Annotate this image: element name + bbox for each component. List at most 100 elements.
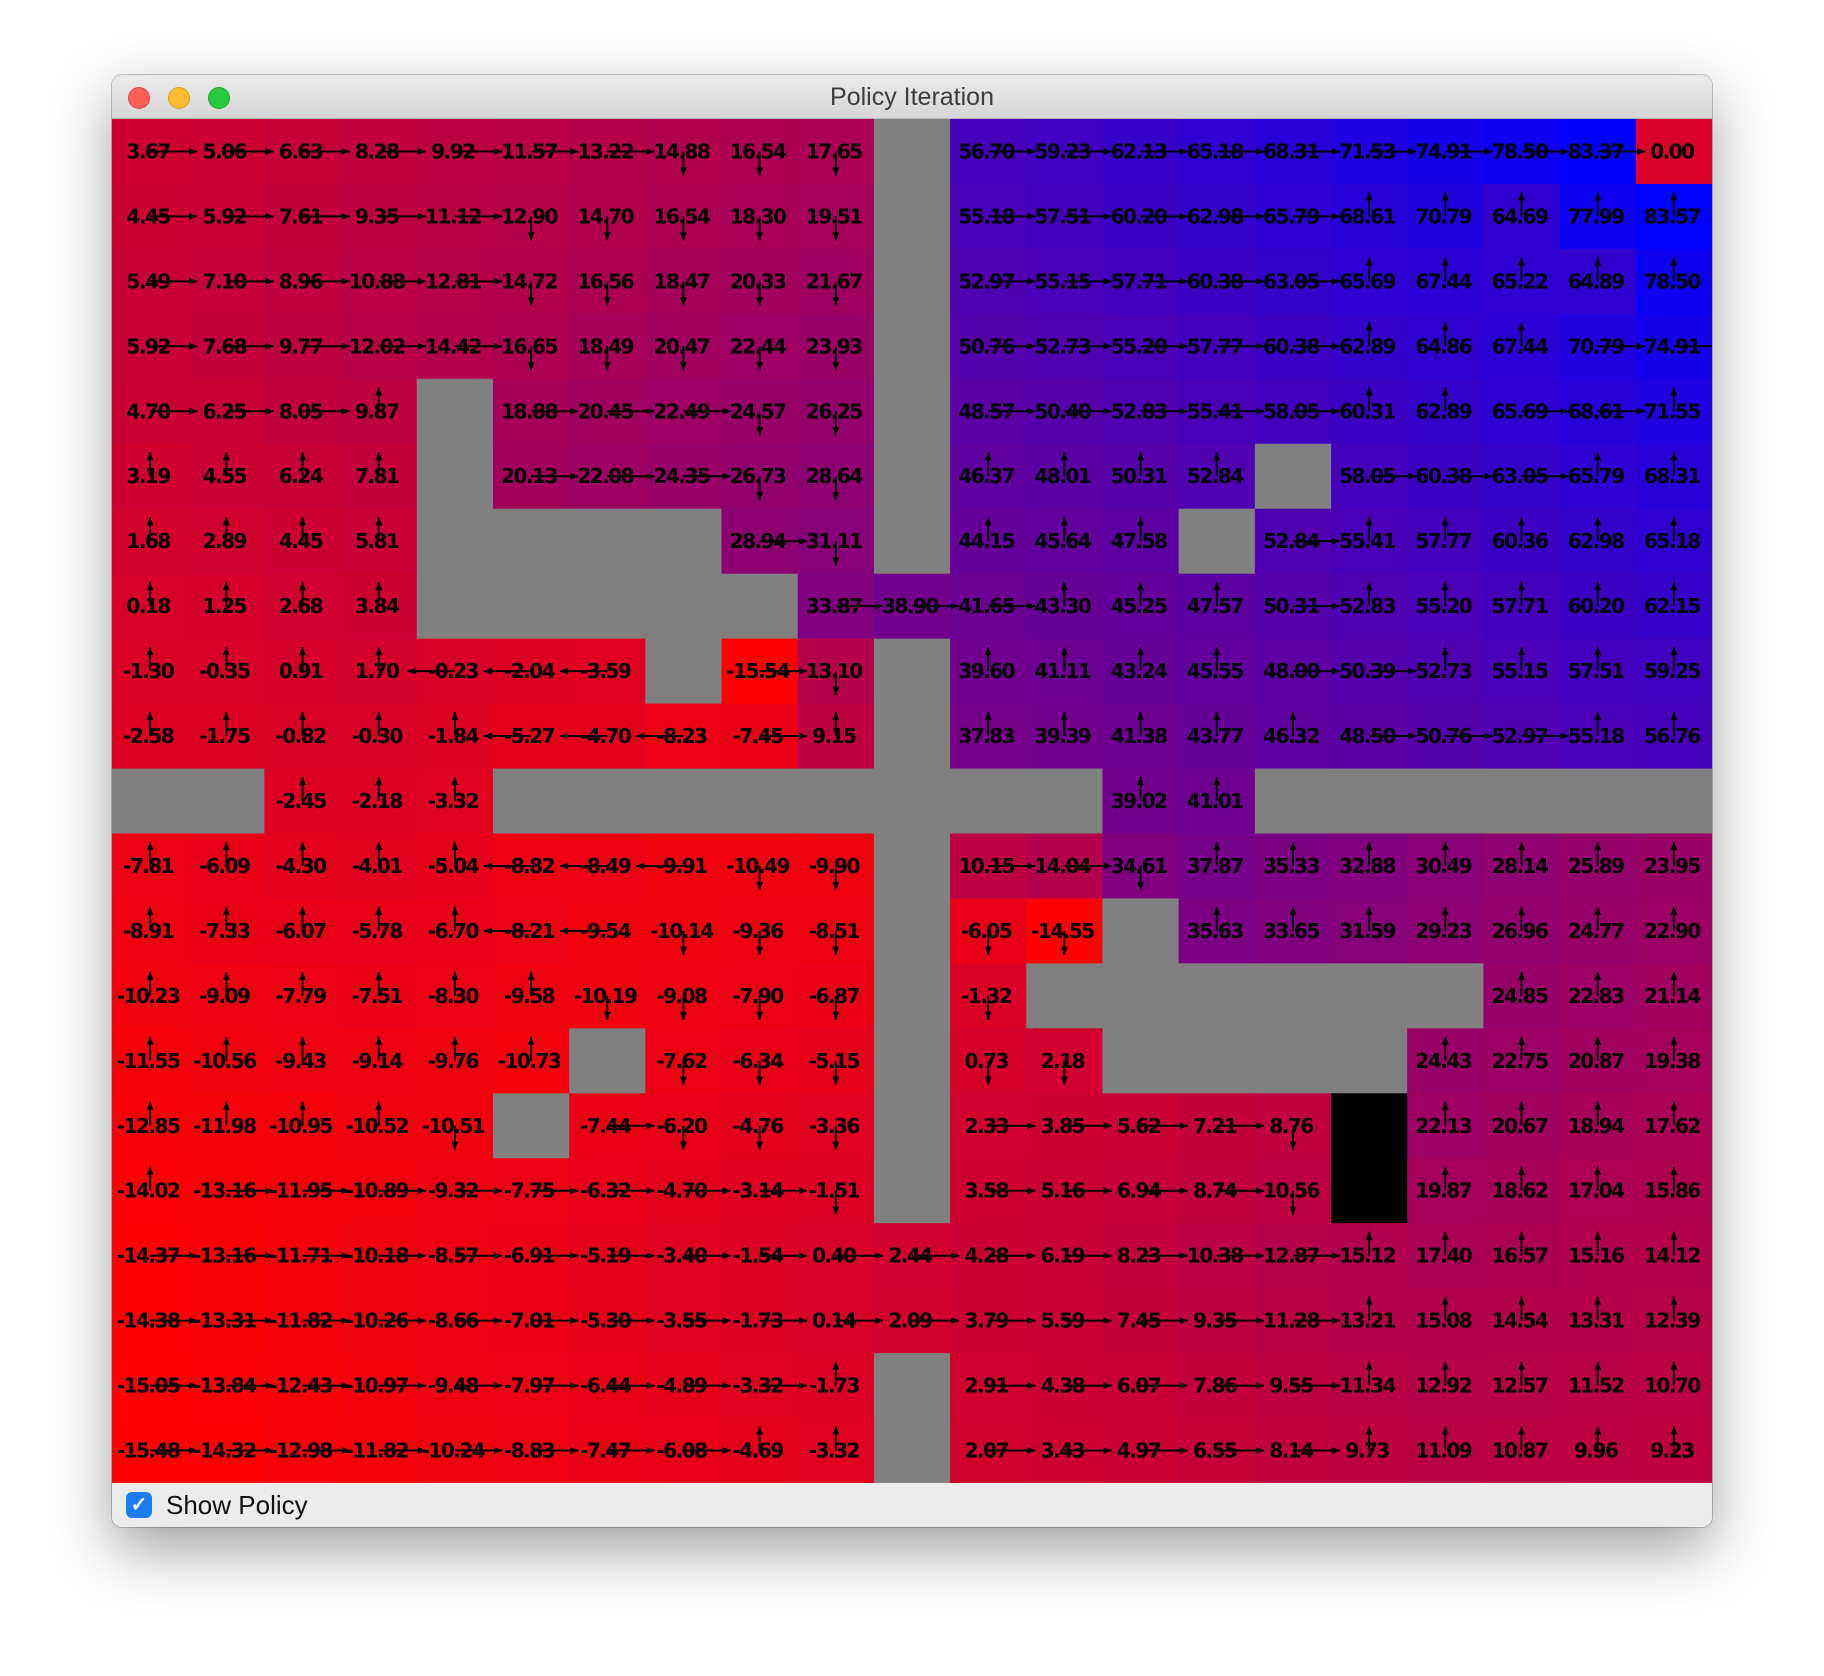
cell-value: 52.73 bbox=[1415, 659, 1471, 683]
wall-cell bbox=[645, 573, 723, 640]
cell-value: -11.98 bbox=[193, 1114, 256, 1138]
cell-value: -3.32 bbox=[428, 789, 479, 813]
cell-value: 55.41 bbox=[1339, 529, 1395, 553]
wall-cell bbox=[1407, 963, 1485, 1029]
cell-value: 31.11 bbox=[806, 529, 862, 553]
cell-value: 45.55 bbox=[1187, 659, 1243, 683]
cell-value: 55.15 bbox=[1492, 659, 1548, 683]
cell-value: 15.12 bbox=[1339, 1244, 1395, 1268]
cell-value: 48.01 bbox=[1035, 464, 1091, 488]
policy-iteration-window: Policy Iteration 3.67 5.06 6.63 8.28 9.92 11.… bbox=[112, 75, 1712, 1527]
cell-value: 5.81 bbox=[355, 529, 399, 553]
wall-cell bbox=[873, 119, 951, 185]
cell-value: 26.73 bbox=[730, 464, 786, 488]
cell-value: 77.99 bbox=[1568, 204, 1624, 228]
cell-value: -7.79 bbox=[275, 984, 326, 1008]
title-bar[interactable]: Policy Iteration bbox=[112, 75, 1712, 119]
cell-value: 2.68 bbox=[279, 594, 323, 618]
cell-value: -10.52 bbox=[345, 1114, 408, 1138]
wall-cell bbox=[1178, 508, 1256, 575]
cell-value: -11.55 bbox=[117, 1049, 180, 1073]
cell-value: 55.18 bbox=[1568, 724, 1624, 748]
cell-value: -12.85 bbox=[117, 1114, 180, 1138]
wall-cell bbox=[492, 1093, 570, 1159]
cell-value: -10.51 bbox=[422, 1114, 485, 1138]
wall-cell bbox=[569, 508, 646, 575]
cell-value: -8.91 bbox=[123, 919, 174, 943]
wall-cell bbox=[492, 508, 570, 575]
cell-value: 17.62 bbox=[1644, 1114, 1700, 1138]
cell-value: -10.73 bbox=[498, 1049, 561, 1073]
cell-value: 41.01 bbox=[1187, 789, 1243, 813]
wall-cell bbox=[873, 1028, 951, 1094]
cell-value: -6.05 bbox=[961, 919, 1012, 943]
cell-value: 83.57 bbox=[1644, 204, 1700, 228]
cell-value: -9.58 bbox=[504, 984, 555, 1008]
cell-value: 16.54 bbox=[730, 140, 786, 164]
wall-cell bbox=[1407, 768, 1485, 835]
cell-value: 37.87 bbox=[1187, 854, 1243, 878]
cell-value: -10.23 bbox=[117, 984, 180, 1008]
wall-cell bbox=[1331, 963, 1408, 1029]
cell-value: -6.34 bbox=[733, 1049, 784, 1073]
cell-value: -9.14 bbox=[352, 1049, 403, 1073]
wall-cell bbox=[873, 1418, 951, 1483]
cell-value: 1.70 bbox=[355, 659, 399, 683]
cell-value: -9.76 bbox=[428, 1049, 479, 1073]
cell-value: 31.59 bbox=[1339, 919, 1395, 943]
wall-cell bbox=[873, 1158, 951, 1224]
cell-value: 26.96 bbox=[1492, 919, 1548, 943]
wall-cell bbox=[721, 768, 799, 835]
cell-value: 22.83 bbox=[1568, 984, 1624, 1008]
show-policy-label[interactable]: Show Policy bbox=[166, 1483, 308, 1527]
wall-cell bbox=[645, 638, 723, 705]
wall-cell bbox=[1102, 963, 1180, 1029]
cell-value: 47.58 bbox=[1111, 529, 1167, 553]
wall-cell bbox=[492, 573, 570, 640]
cell-value: 64.69 bbox=[1492, 204, 1548, 228]
cell-value: -1.75 bbox=[199, 724, 250, 748]
cell-value: -7.62 bbox=[656, 1049, 707, 1073]
cell-value: 34.61 bbox=[1111, 854, 1167, 878]
cell-value: -4.69 bbox=[733, 1439, 784, 1463]
cell-value: 22.75 bbox=[1492, 1049, 1548, 1073]
cell-value: 18.47 bbox=[654, 269, 710, 293]
cell-value: 13.21 bbox=[1339, 1309, 1395, 1333]
cell-value: 12.57 bbox=[1492, 1374, 1548, 1398]
wall-cell bbox=[797, 768, 875, 835]
wall-cell bbox=[416, 573, 494, 640]
cell-value: -4.01 bbox=[352, 854, 403, 878]
cell-value: -9.09 bbox=[199, 984, 250, 1008]
cell-value: -4.76 bbox=[733, 1114, 784, 1138]
cell-value: 12.92 bbox=[1415, 1374, 1471, 1398]
wall-cell bbox=[873, 898, 951, 964]
cell-value: -3.36 bbox=[809, 1114, 860, 1138]
cell-value: 14.70 bbox=[577, 204, 633, 228]
wall-cell bbox=[1254, 1028, 1332, 1094]
wall-cell bbox=[569, 573, 646, 640]
wall-cell bbox=[416, 508, 494, 575]
cell-value: -10.56 bbox=[193, 1049, 256, 1073]
cell-value: 10.56 bbox=[1263, 1179, 1319, 1203]
goal-value: 0.00 bbox=[1650, 140, 1694, 164]
cell-value: 70.79 bbox=[1415, 204, 1471, 228]
wall-cell bbox=[1102, 898, 1180, 964]
cell-value: 19.87 bbox=[1415, 1179, 1471, 1203]
cell-value: 17.40 bbox=[1415, 1244, 1471, 1268]
cell-value: 8.76 bbox=[1269, 1114, 1313, 1138]
cell-value: 14.72 bbox=[501, 269, 557, 293]
cell-value: 15.08 bbox=[1415, 1309, 1471, 1333]
wall-cell bbox=[873, 703, 951, 770]
wall-cell bbox=[873, 833, 951, 900]
cell-value: 10.87 bbox=[1492, 1439, 1548, 1463]
cell-value: 24.77 bbox=[1568, 919, 1624, 943]
show-policy-checkbox[interactable]: ✓ bbox=[126, 1492, 152, 1518]
cell-value: -1.51 bbox=[809, 1179, 860, 1203]
wall-cell bbox=[873, 313, 951, 380]
cell-value: -1.73 bbox=[809, 1374, 860, 1398]
bottom-bar: ✓ Show Policy bbox=[112, 1483, 1712, 1527]
cell-value: 24.85 bbox=[1492, 984, 1548, 1008]
cell-value: 11.09 bbox=[1415, 1439, 1471, 1463]
wall-cell bbox=[1178, 963, 1256, 1029]
wall-cell bbox=[950, 768, 1027, 835]
